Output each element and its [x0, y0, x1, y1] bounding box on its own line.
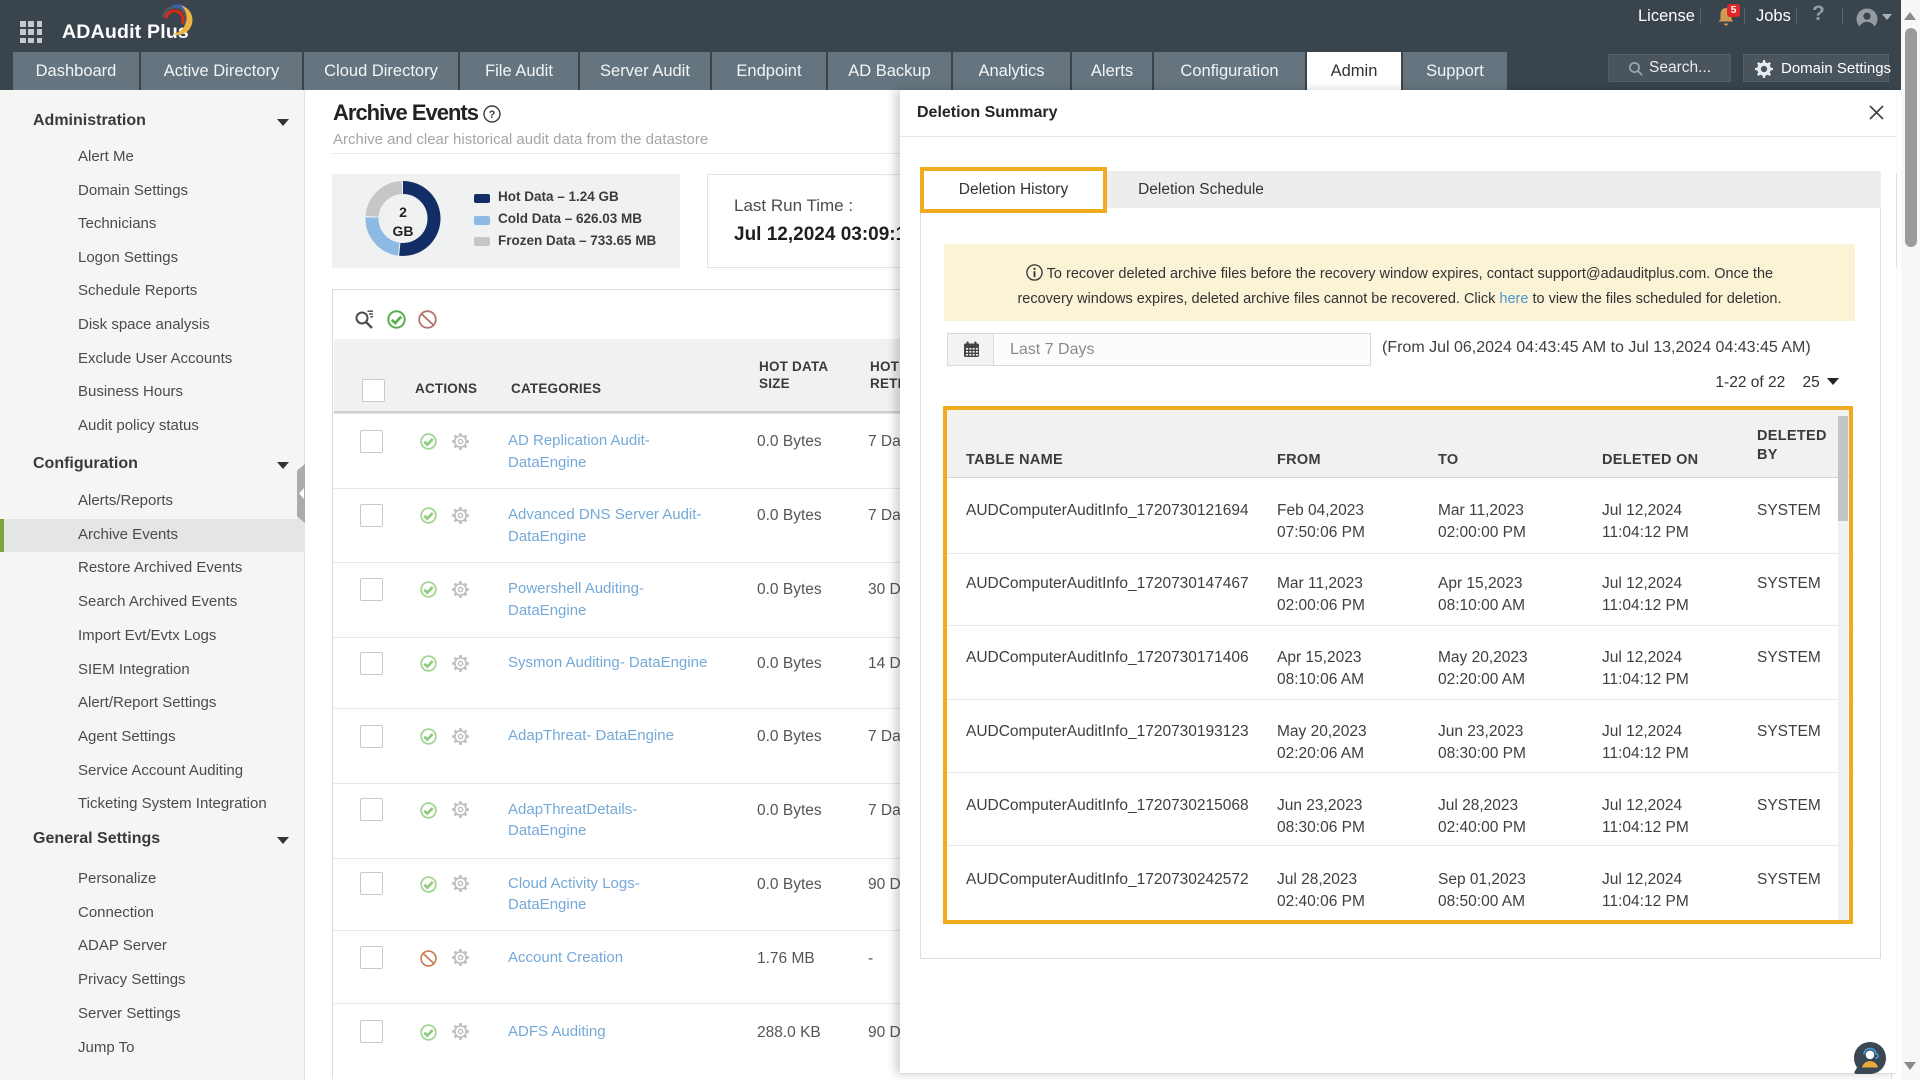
svg-text:?: ?: [489, 109, 496, 121]
